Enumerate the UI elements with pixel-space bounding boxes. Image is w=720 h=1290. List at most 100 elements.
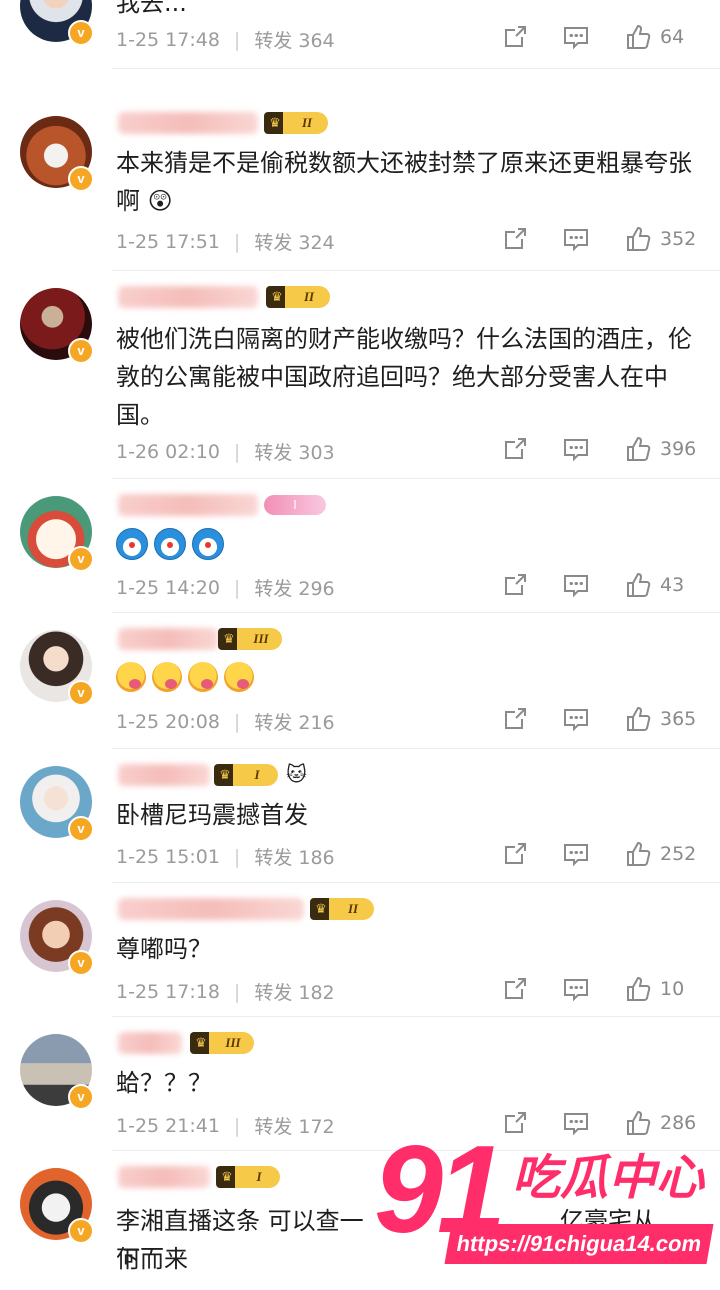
user-avatar[interactable]: v	[20, 766, 94, 842]
comment-icon[interactable]	[562, 436, 590, 462]
badge-level: II	[347, 901, 359, 916]
action-svg-icon	[564, 229, 588, 252]
like-count: 64	[660, 26, 685, 48]
share-icon[interactable]	[502, 24, 528, 50]
repost-count[interactable]: 转发 182	[254, 978, 334, 1005]
action-svg-icon	[505, 26, 526, 47]
yum-emoji-icon	[116, 662, 146, 692]
meta-separator: |	[233, 576, 241, 599]
comment-item[interactable]: v ♛ II 本来猜是不是偷税数额大还被封禁了原来还更粗暴夸张啊 😲 1-25 17:5…	[0, 98, 720, 271]
comment-item[interactable]: v 我去... 1-25 17:48 | 转发 364 64	[0, 0, 720, 69]
like-button[interactable]: 365	[624, 705, 700, 733]
comment-time: 1-25 14:20	[116, 576, 220, 599]
verified-icon: v	[68, 166, 94, 192]
user-avatar[interactable]: v	[20, 496, 94, 572]
username-redacted[interactable]	[118, 1032, 182, 1054]
action-svg-icon	[505, 228, 526, 249]
like-count: 365	[660, 708, 697, 730]
username-redacted[interactable]	[118, 286, 258, 308]
action-svg-icon	[627, 572, 651, 597]
action-svg-icon	[505, 574, 526, 595]
user-avatar[interactable]: v	[20, 900, 94, 976]
verified-icon: v	[68, 338, 94, 364]
comment-meta: 1-25 14:20 | 转发 296	[116, 574, 335, 601]
username-redacted[interactable]	[118, 898, 304, 920]
comment-actions: 352	[502, 225, 700, 253]
comment-actions: 10	[502, 975, 700, 1003]
comment-actions: 43	[502, 571, 700, 599]
comment-item[interactable]: v ♛ II 被他们洗白隔离的财产能收缴吗？什么法国的酒庄，伦敦的公寓能被中国政府追回…	[0, 270, 720, 479]
action-svg-icon	[564, 844, 588, 867]
crown-level-badge: ♛ III	[218, 628, 282, 650]
comment-time: 1-25 17:48	[116, 28, 220, 51]
like-count: 10	[660, 978, 685, 1000]
share-icon[interactable]	[502, 436, 528, 462]
comment-icon[interactable]	[562, 976, 590, 1002]
meta-separator: |	[233, 710, 241, 733]
repost-count[interactable]: 转发 324	[254, 228, 334, 255]
like-button[interactable]: 10	[624, 975, 700, 1003]
like-button[interactable]: 252	[624, 840, 700, 868]
repost-count[interactable]: 转发 172	[254, 1112, 334, 1139]
comment-item[interactable]: v I 1-25 14:20 | 转发 296 43	[0, 478, 720, 613]
comment-icon[interactable]	[562, 226, 590, 252]
share-icon[interactable]	[502, 226, 528, 252]
comment-meta: 1-25 17:48 | 转发 364	[116, 26, 335, 53]
username-redacted[interactable]	[118, 628, 218, 650]
like-button[interactable]: 352	[624, 225, 700, 253]
comment-meta: 1-26 02:10 | 转发 303	[116, 438, 335, 465]
user-avatar[interactable]: v	[20, 0, 94, 46]
crown-level-badge: ♛ I	[216, 1166, 280, 1188]
comment-icon[interactable]	[562, 572, 590, 598]
share-icon[interactable]	[502, 572, 528, 598]
user-avatar[interactable]: v	[20, 1168, 94, 1244]
crown-icon: ♛	[315, 901, 327, 917]
like-button[interactable]: 43	[624, 571, 700, 599]
action-svg-icon	[564, 575, 588, 598]
action-svg-icon	[564, 439, 588, 462]
action-svg-icon	[627, 976, 651, 1001]
comment-item[interactable]: v ♛ II 尊嘟吗？ 1-25 17:18 | 转发 182 10	[0, 882, 720, 1017]
user-avatar[interactable]: v	[20, 288, 94, 364]
repost-count[interactable]: 转发 364	[254, 26, 334, 53]
like-button[interactable]: 64	[624, 23, 700, 51]
verified-icon: v	[68, 816, 94, 842]
username-redacted[interactable]	[118, 1166, 210, 1188]
action-svg-icon	[564, 979, 588, 1002]
like-button[interactable]: 396	[624, 435, 700, 463]
comment-icon[interactable]	[562, 706, 590, 732]
comment-item[interactable]: v ♛ I 🐱 卧槽尼玛震撼首发 1-25 15:01 | 转发 186 252	[0, 748, 720, 883]
doraemon-emoji-icon	[192, 528, 224, 560]
comment-text: 尊嘟吗？	[116, 935, 212, 963]
user-avatar[interactable]: v	[20, 116, 94, 192]
share-icon[interactable]	[502, 841, 528, 867]
comment-divider	[112, 68, 720, 69]
repost-count[interactable]: 转发 303	[254, 438, 334, 465]
repost-count[interactable]: 转发 296	[254, 574, 334, 601]
comment-text: 被他们洗白隔离的财产能收缴吗？什么法国的酒庄，伦敦的公寓能被中国政府追回吗？绝大…	[116, 325, 692, 429]
share-icon[interactable]	[502, 976, 528, 1002]
badge-level: II	[303, 289, 315, 304]
badge-level: I	[254, 767, 260, 782]
comment-icon[interactable]	[562, 841, 590, 867]
comment-icon[interactable]	[562, 24, 590, 50]
action-svg-icon	[564, 709, 588, 732]
crown-level-badge: ♛ I	[214, 764, 278, 786]
repost-count[interactable]: 转发 216	[254, 708, 334, 735]
comment-item[interactable]: v ♛ III 1-25 20:08 | 转发 216 365	[0, 612, 720, 749]
crown-icon: ♛	[219, 767, 231, 783]
crown-level-badge: ♛ II	[266, 286, 330, 308]
share-icon[interactable]	[502, 706, 528, 732]
crown-icon: ♛	[223, 631, 235, 647]
username-redacted[interactable]	[118, 112, 258, 134]
comment-meta: 1-25 20:08 | 转发 216	[116, 708, 335, 735]
action-svg-icon	[505, 843, 526, 864]
user-avatar[interactable]: v	[20, 1034, 94, 1110]
username-redacted[interactable]	[118, 494, 258, 516]
user-avatar[interactable]: v	[20, 630, 94, 706]
comment-meta: 1-25 15:01 | 转发 186	[116, 843, 335, 870]
comment-text: 我去...	[116, 0, 187, 17]
cat-badge-icon: 🐱	[286, 762, 307, 786]
username-redacted[interactable]	[118, 764, 210, 786]
repost-count[interactable]: 转发 186	[254, 843, 334, 870]
